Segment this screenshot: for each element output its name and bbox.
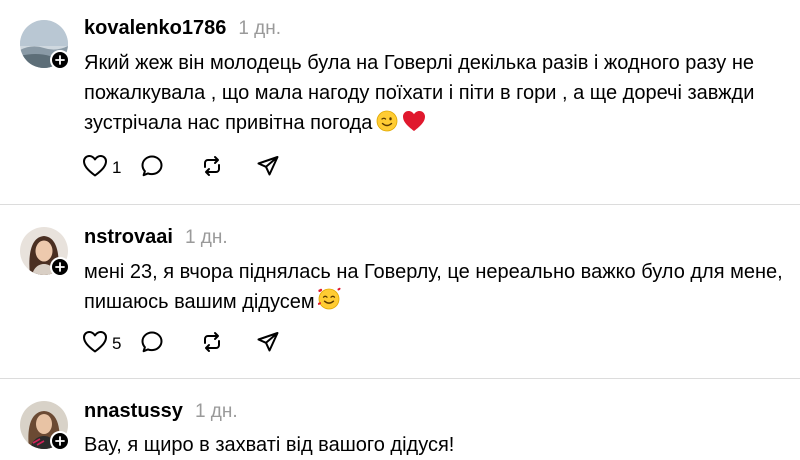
repost-arrows-icon [200, 330, 224, 359]
like-button[interactable]: 5 [82, 330, 140, 359]
username[interactable]: nstrovaai [84, 226, 173, 249]
like-button[interactable]: 1 [82, 154, 140, 183]
timestamp: 1 дн. [184, 227, 228, 248]
username[interactable]: nnastussy [84, 400, 183, 423]
follow-plus-icon[interactable] [50, 257, 70, 277]
comment-actions: 5 [82, 330, 280, 359]
username[interactable]: kovalenko1786 [84, 17, 226, 40]
paper-plane-icon [256, 154, 280, 183]
heart-outline-icon [82, 154, 108, 183]
share-button[interactable] [256, 154, 280, 183]
reply-button[interactable] [140, 330, 200, 359]
follow-plus-icon[interactable] [50, 50, 70, 70]
reply-button[interactable] [140, 154, 200, 183]
timestamp: 1 дн. [238, 18, 282, 39]
wink-emoji [376, 110, 398, 141]
comment-item: nstrovaai 1 дн. мені 23, я вчора підняла… [0, 205, 800, 377]
comment-text: Вау, я щиро в захваті від вашого дідуся! [84, 434, 455, 456]
avatar[interactable] [20, 20, 70, 70]
heart-outline-icon [82, 330, 108, 359]
like-count: 1 [112, 158, 122, 177]
like-count: 5 [112, 334, 122, 353]
repost-arrows-icon [200, 154, 224, 183]
comment-item: nnastussy 1 дн. Вау, я щиро в захваті ві… [0, 379, 800, 460]
comment-text: Який жеж він молодець була на Говерлі де… [84, 48, 784, 141]
comment-header: kovalenko1786 1 дн. [84, 17, 281, 40]
comment-header: nstrovaai 1 дн. [84, 226, 228, 249]
share-button[interactable] [256, 330, 280, 359]
avatar[interactable] [20, 401, 70, 451]
comment-text: мені 23, я вчора піднялась на Говерлу, ц… [84, 257, 784, 320]
comment-actions: 1 [82, 154, 280, 183]
comment-feed: kovalenko1786 1 дн. Який жеж він молодец… [0, 0, 800, 460]
smiling-hearts-emoji [316, 287, 342, 320]
paper-plane-icon [256, 330, 280, 359]
comment-item: kovalenko1786 1 дн. Який жеж він молодец… [0, 0, 800, 200]
red-heart-emoji [402, 110, 426, 141]
repost-button[interactable] [200, 330, 256, 359]
speech-bubble-icon [140, 154, 164, 183]
timestamp: 1 дн. [194, 401, 238, 422]
avatar[interactable] [20, 227, 70, 277]
speech-bubble-icon [140, 330, 164, 359]
comment-header: nnastussy 1 дн. [84, 400, 238, 423]
follow-plus-icon[interactable] [50, 431, 70, 451]
repost-button[interactable] [200, 154, 256, 183]
